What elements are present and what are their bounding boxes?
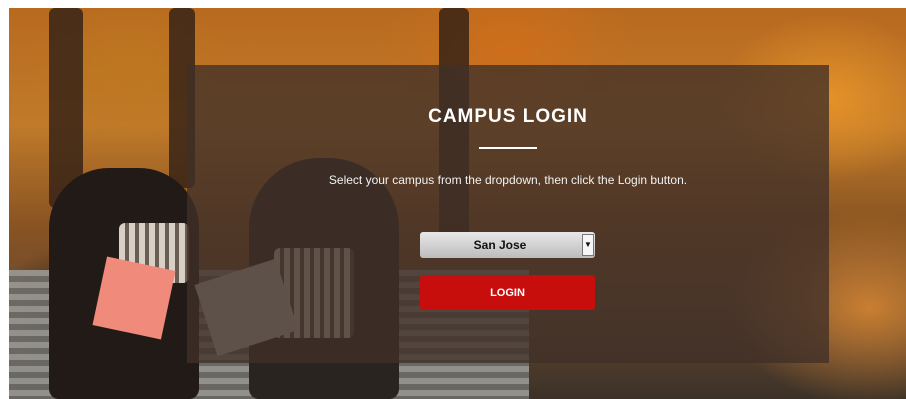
instructions-text: Select your campus from the dropdown, th… bbox=[328, 173, 688, 187]
title-underline bbox=[479, 147, 537, 149]
campus-select[interactable]: San Jose ▼ bbox=[420, 232, 595, 258]
paper bbox=[92, 256, 176, 340]
login-button[interactable]: LOGIN bbox=[420, 275, 595, 310]
chevron-down-icon[interactable]: ▼ bbox=[582, 234, 594, 256]
campus-select-value: San Jose bbox=[473, 238, 527, 252]
page-title: CAMPUS LOGIN bbox=[428, 106, 588, 127]
